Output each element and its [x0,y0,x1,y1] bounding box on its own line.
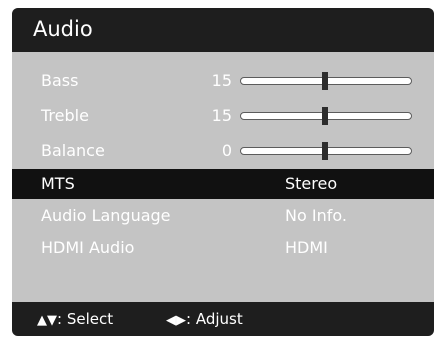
menu-header: Audio [12,8,434,52]
bass-slider[interactable] [240,72,412,90]
treble-label: Treble [41,106,89,125]
adjust-hint: ◀▶: Adjust [166,302,243,336]
audio-language-row[interactable]: Audio Language No Info. [12,201,434,231]
hdmi-audio-row[interactable]: HDMI Audio HDMI [12,233,434,263]
audio-language-label: Audio Language [41,206,171,225]
left-right-arrows-icon: ◀▶ [166,313,186,328]
balance-value: 0 [221,141,232,160]
mts-label: MTS [41,174,75,193]
menu-footer: ▲▼: Select ◀▶: Adjust [12,302,434,336]
bass-label: Bass [41,71,79,90]
select-hint: ▲▼: Select [37,302,113,336]
bass-slider-thumb[interactable] [322,72,328,90]
hdmi-audio-label: HDMI Audio [41,238,135,257]
bass-value: 15 [211,71,232,90]
balance-row[interactable]: Balance 0 [12,136,434,166]
balance-slider[interactable] [240,142,412,160]
hdmi-audio-value: HDMI [285,238,328,257]
treble-value: 15 [211,106,232,125]
balance-label: Balance [41,141,105,160]
select-hint-label: : Select [57,310,114,328]
menu-title: Audio [33,17,93,41]
audio-osd-menu: Audio Bass 15 Treble 15 Balance 0 MTS St… [12,8,434,336]
mts-value: Stereo [285,174,338,193]
treble-row[interactable]: Treble 15 [12,101,434,131]
bass-row[interactable]: Bass 15 [12,66,434,96]
treble-slider-thumb[interactable] [322,107,328,125]
up-down-arrows-icon: ▲▼ [37,313,57,328]
adjust-hint-label: : Adjust [186,310,243,328]
balance-slider-thumb[interactable] [322,142,328,160]
treble-slider[interactable] [240,107,412,125]
audio-language-value: No Info. [285,206,347,225]
mts-row[interactable]: MTS Stereo [12,169,434,199]
